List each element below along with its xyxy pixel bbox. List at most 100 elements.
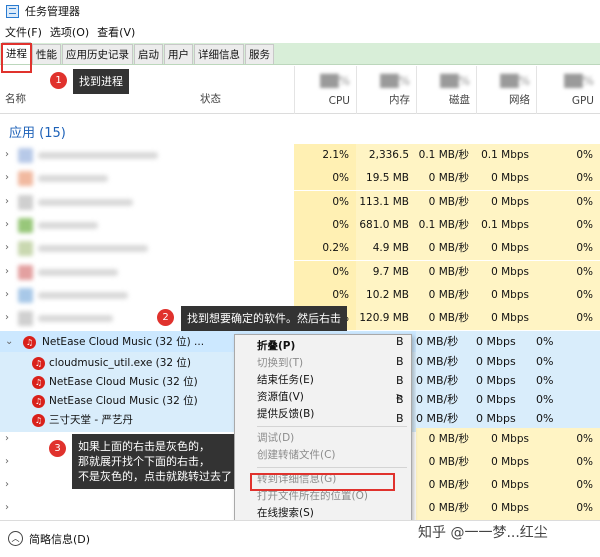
chevron-up-icon[interactable]: ︿ xyxy=(8,531,23,546)
step-badge-3: 3 xyxy=(49,440,66,457)
callout-2: 找到想要确定的软件。然后右击 xyxy=(181,306,347,331)
process-row[interactable]: › 0% 19.5 MB 0 MB/秒 0 Mbps 0% xyxy=(0,167,600,191)
cell-gpu: 0% xyxy=(536,428,600,451)
cell-gpu: 0% xyxy=(536,190,600,214)
context-menu-item-label: 调试(D) xyxy=(257,432,295,444)
expand-chevron-icon[interactable]: › xyxy=(5,149,9,160)
cell-gpu: 0% xyxy=(536,390,600,409)
context-menu-item[interactable]: 折叠(P) xyxy=(235,338,411,355)
process-row[interactable]: › 0% 113.1 MB 0 MB/秒 0 Mbps 0% xyxy=(0,190,600,214)
cell-net: 0 Mbps xyxy=(476,331,536,352)
netease-music-icon: ♫ xyxy=(23,336,36,349)
cell-gpu: 0% xyxy=(536,167,600,191)
context-menu-item[interactable]: 提供反馈(B) xyxy=(235,406,411,423)
process-row[interactable]: › 0% 10.2 MB 0 MB/秒 0 Mbps 0% xyxy=(0,283,600,307)
cell-disk: 0 MB/秒 xyxy=(416,283,476,307)
expand-chevron-icon[interactable]: › xyxy=(5,196,9,207)
app-name-blurred xyxy=(38,221,98,229)
cell-net: 0 Mbps xyxy=(476,167,536,191)
cell-disk: 0 MB/秒 xyxy=(416,497,476,520)
column-network[interactable]: ██% 网络 xyxy=(476,66,536,114)
cell-gpu: 0% xyxy=(536,352,600,371)
column-name[interactable]: 名称 xyxy=(5,91,26,106)
expand-chevron-icon[interactable]: › xyxy=(5,172,9,183)
context-menu-item-label: 结束任务(E) xyxy=(257,374,314,386)
title-bar: 任务管理器 xyxy=(0,0,600,22)
cell-disk: 0 MB/秒 xyxy=(416,307,476,331)
column-gpu[interactable]: ██% GPU xyxy=(536,66,600,114)
expand-chevron-icon[interactable]: › xyxy=(5,312,9,323)
expand-chevron-icon[interactable]: › xyxy=(5,242,9,253)
app-name-blurred xyxy=(38,268,118,276)
cell-mem: 113.1 MB xyxy=(356,190,416,214)
expand-chevron-icon[interactable]: › xyxy=(5,479,9,490)
menu-options[interactable]: 选项(O) xyxy=(50,24,89,40)
cell-net: 0.1 Mbps xyxy=(476,144,536,167)
annotation-box-open-location xyxy=(250,473,395,491)
app-icon-blurred xyxy=(18,287,33,303)
callout-3-line: 不是灰色的，点击就跳转过去了 xyxy=(78,470,232,483)
step-badge-2: 2 xyxy=(157,309,174,326)
column-cpu[interactable]: ██% CPU xyxy=(294,66,356,114)
cell-cpu: 0% xyxy=(294,260,356,284)
cell-mem: 120.9 MB xyxy=(356,307,416,331)
cell-disk: 0 MB/秒 xyxy=(416,428,476,451)
context-menu-item: 调试(D) xyxy=(235,430,411,447)
netease-music-icon: ♫ xyxy=(32,414,45,427)
cell-net: 0 Mbps xyxy=(476,307,536,331)
cell-disk: 0 MB/秒 xyxy=(416,390,476,409)
app-icon-blurred xyxy=(18,194,33,210)
column-disk[interactable]: ██% 磁盘 xyxy=(416,66,476,114)
cell-net: 0 Mbps xyxy=(476,283,536,307)
cell-net: 0 Mbps xyxy=(476,352,536,371)
context-menu-item[interactable]: 结束任务(E) xyxy=(235,372,411,389)
expand-chevron-icon[interactable]: › xyxy=(5,266,9,277)
context-menu-item-label: 切换到(T) xyxy=(257,357,304,369)
expand-chevron-icon[interactable]: › xyxy=(5,433,9,444)
callout-3-line: 如果上面的右击是灰色的， xyxy=(78,440,210,453)
process-row[interactable]: › 0% 9.7 MB 0 MB/秒 0 Mbps 0% xyxy=(0,260,600,284)
expand-chevron-icon[interactable]: › xyxy=(5,502,9,513)
menu-view[interactable]: 查看(V) xyxy=(97,24,135,40)
cell-gpu: 0% xyxy=(536,371,600,390)
fewer-details-link[interactable]: 简略信息(D) xyxy=(29,531,90,547)
tab-performance[interactable]: 性能 xyxy=(32,44,61,64)
cell-gpu: 0% xyxy=(536,497,600,520)
memory-percent-blurred: ██% xyxy=(380,74,410,88)
tab-app-history[interactable]: 应用历史记录 xyxy=(62,44,133,64)
cell-mem: 19.5 MB xyxy=(356,167,416,191)
context-menu-item[interactable]: 资源值(V) > xyxy=(235,389,411,406)
process-row[interactable]: › 2.1%2,336.5 ...0.1 MB/秒0.1 Mbps0% xyxy=(0,144,600,184)
expand-chevron-icon[interactable]: › xyxy=(5,456,9,467)
column-status[interactable]: 状态 xyxy=(200,91,221,106)
cell-disk: 0 MB/秒 xyxy=(416,474,476,497)
collapse-chevron-icon[interactable]: ⌄ xyxy=(5,336,13,347)
cell-disk: 0 MB/秒 xyxy=(416,237,476,261)
cell-net: 0 Mbps xyxy=(476,497,536,520)
gpu-percent-blurred: ██% xyxy=(564,74,594,88)
tab-startup[interactable]: 启动 xyxy=(134,44,163,64)
cell-disk: 0.1 MB/秒 xyxy=(416,213,476,237)
context-menu-item-label: 打开文件所在的位置(O) xyxy=(257,490,368,502)
app-icon-blurred xyxy=(18,264,33,280)
cell-disk: 0 MB/秒 xyxy=(416,331,476,352)
menu-file[interactable]: 文件(F) xyxy=(5,24,42,40)
process-row[interactable]: › 0% 681.0 MB 0.1 MB/秒 0.1 Mbps 0% xyxy=(0,213,600,237)
column-memory[interactable]: ██% 内存 xyxy=(356,66,416,114)
cell-gpu: 0% xyxy=(536,474,600,497)
cell-cpu: 0% xyxy=(294,283,356,307)
tab-details[interactable]: 详细信息 xyxy=(194,44,244,64)
cell-gpu: 0% xyxy=(536,283,600,307)
disk-percent-blurred: ██% xyxy=(440,74,470,88)
tab-services[interactable]: 服务 xyxy=(245,44,274,64)
process-row[interactable]: › 0.2% 4.9 MB 0 MB/秒 0 Mbps 0% xyxy=(0,237,600,261)
app-icon-blurred xyxy=(18,148,33,163)
cell-net: 0 Mbps xyxy=(476,390,536,409)
expand-chevron-icon[interactable]: › xyxy=(5,289,9,300)
app-name-blurred xyxy=(38,198,133,206)
tab-users[interactable]: 用户 xyxy=(164,44,193,64)
callout-3: 如果上面的右击是灰色的， 那就展开找个下面的右击， 不是灰色的，点击就跳转过去了 xyxy=(72,434,238,489)
context-menu-item-label: 在线搜索(S) xyxy=(257,507,314,519)
expand-chevron-icon[interactable]: › xyxy=(5,219,9,230)
context-menu-item-label: 资源值(V) xyxy=(257,391,304,403)
